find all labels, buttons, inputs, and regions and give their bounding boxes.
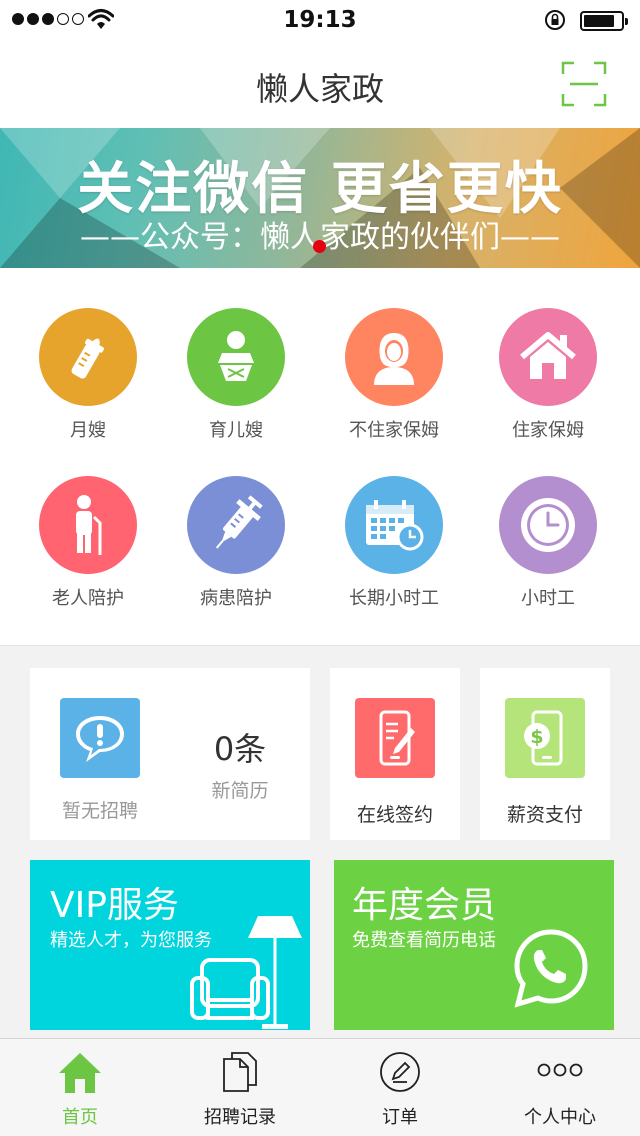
bottom-tab-bar: 首页 招聘记录 订单 个人中心 xyxy=(0,1038,640,1136)
service-item-patient-care[interactable]: 病患陪护 xyxy=(161,476,311,610)
tab-label: 订单 xyxy=(382,1107,418,1128)
more-dots-icon xyxy=(537,1063,583,1077)
service-item-daytime-nanny[interactable]: 不住家保姆 xyxy=(319,308,469,442)
recruit-card[interactable]: 暂无招聘 0条 新简历 xyxy=(30,668,310,840)
online-sign-card[interactable]: 在线签约 xyxy=(330,668,460,840)
house-icon xyxy=(499,308,597,406)
service-item-maternity-nurse[interactable]: 月嫂 xyxy=(13,308,163,442)
service-item-long-term-hourly[interactable]: 长期小时工 xyxy=(319,476,469,610)
salary-pay-label: 薪资支付 xyxy=(506,804,583,826)
service-item-hourly-worker[interactable]: 小时工 xyxy=(473,476,623,610)
baby-icon xyxy=(187,308,285,406)
service-label: 病患陪护 xyxy=(200,588,272,609)
battery-icon xyxy=(580,11,628,31)
tab-recruit-records[interactable]: 招聘记录 xyxy=(160,1039,320,1136)
armchair-lamp-icon xyxy=(190,916,302,1029)
clock-icon xyxy=(499,476,597,574)
elderly-icon xyxy=(39,476,137,574)
rotation-lock-icon xyxy=(545,10,565,30)
service-item-childcare[interactable]: 育儿嫂 xyxy=(161,308,311,442)
service-label: 老人陪护 xyxy=(52,588,124,609)
app-header: 懒人家政 xyxy=(0,40,640,128)
status-bar: 19:13 xyxy=(0,0,640,40)
page-title: 懒人家政 xyxy=(255,70,384,108)
salary-pay-card[interactable]: $ 薪资支付 xyxy=(480,668,610,840)
online-sign-label: 在线签约 xyxy=(356,804,433,826)
tab-label: 个人中心 xyxy=(524,1107,596,1128)
scan-icon[interactable] xyxy=(560,60,608,108)
phone-dollar-icon: $ xyxy=(505,698,585,778)
woman-icon xyxy=(345,308,443,406)
service-item-elderly-care[interactable]: 老人陪护 xyxy=(13,476,163,610)
banner-page-indicator xyxy=(313,240,326,253)
recruit-status: 暂无招聘 xyxy=(61,800,138,822)
phone-chat-icon xyxy=(514,929,588,1008)
service-label: 不住家保姆 xyxy=(349,420,439,441)
resume-label: 新简历 xyxy=(211,780,269,802)
documents-icon xyxy=(223,1052,257,1092)
service-label: 长期小时工 xyxy=(349,588,439,609)
service-label: 月嫂 xyxy=(70,420,106,441)
service-label: 育儿嫂 xyxy=(209,420,263,441)
annual-member-card[interactable]: 年度会员 免费查看简历电话 xyxy=(334,860,614,1030)
service-item-live-in-nanny[interactable]: 住家保姆 xyxy=(473,308,623,442)
pen-circle-icon xyxy=(380,1052,420,1092)
tab-label: 首页 xyxy=(62,1107,98,1128)
calendar-icon xyxy=(345,476,443,574)
service-label: 小时工 xyxy=(521,588,575,609)
home-icon xyxy=(59,1053,101,1093)
baby-bottle-icon xyxy=(39,308,137,406)
message-alert-icon xyxy=(60,698,140,778)
member-title: 年度会员 xyxy=(352,885,497,926)
tab-home[interactable]: 首页 xyxy=(0,1039,160,1136)
tab-label: 招聘记录 xyxy=(204,1107,276,1128)
service-grid: 月嫂 育儿嫂 不住家保姆 住家保姆 老人陪护 病患陪护 长期小时工 小时工 xyxy=(0,268,640,646)
svg-text:$: $ xyxy=(530,726,543,748)
tab-profile[interactable]: 个人中心 xyxy=(480,1039,640,1136)
syringe-icon xyxy=(187,476,285,574)
service-label: 住家保姆 xyxy=(512,420,584,441)
vip-service-card[interactable]: VIP服务 精选人才，为您服务 xyxy=(30,860,310,1030)
phone-sign-icon xyxy=(355,698,435,778)
member-subtitle: 免费查看简历电话 xyxy=(352,930,496,951)
tab-orders[interactable]: 订单 xyxy=(320,1039,480,1136)
vip-title: VIP服务 xyxy=(50,885,179,926)
resume-count: 0条 xyxy=(213,730,267,768)
